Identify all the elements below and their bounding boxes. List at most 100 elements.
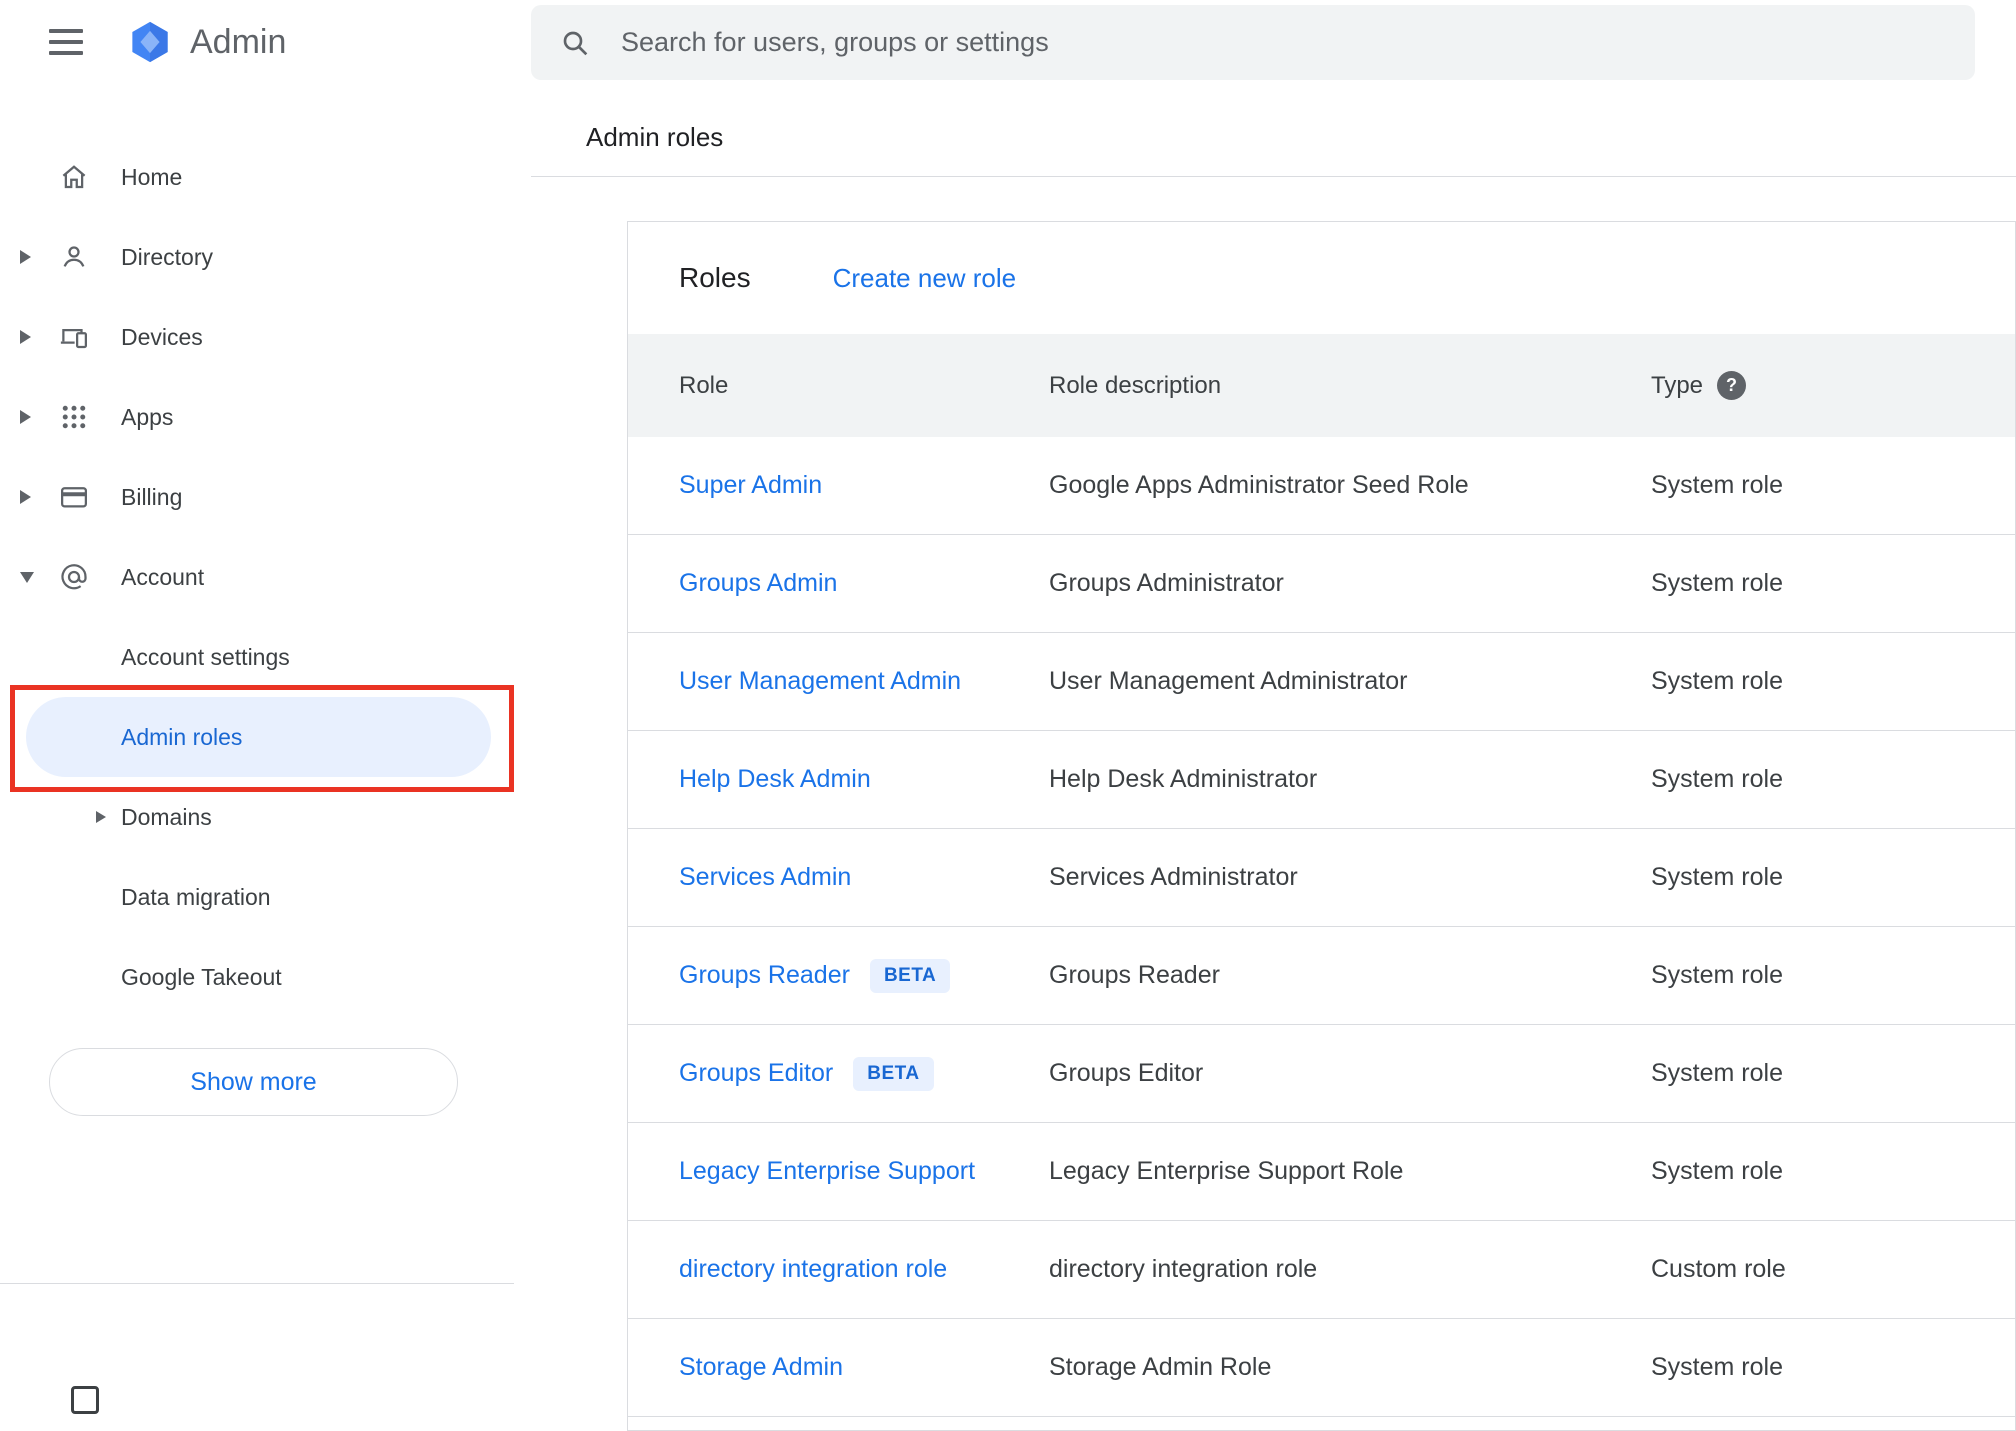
role-cell: Groups Admin [628, 569, 1049, 598]
sidebar-item-home[interactable]: Home [0, 137, 531, 217]
table-row[interactable]: Super Admin Google Apps Administrator Se… [628, 437, 2015, 535]
sidebar-item-label: Data migration [121, 883, 271, 910]
column-header-type: Type ? [1651, 371, 2015, 400]
sidebar-item-label: Apps [121, 403, 174, 430]
sidebar-item-account[interactable]: Account [0, 537, 531, 617]
role-link[interactable]: Storage Admin [679, 1353, 843, 1382]
table-row[interactable]: directory integration role directory int… [628, 1221, 2015, 1319]
role-description: directory integration role [1049, 1255, 1318, 1283]
role-type: System role [1651, 569, 1783, 597]
role-type: System role [1651, 765, 1783, 793]
roles-table-body: Super Admin Google Apps Administrator Se… [628, 437, 2015, 1417]
show-more-button[interactable]: Show more [49, 1048, 458, 1116]
sidebar-item-google-takeout[interactable]: Google Takeout [0, 937, 531, 1017]
role-type: System role [1651, 1157, 1783, 1185]
create-new-role-link[interactable]: Create new role [833, 263, 1017, 294]
role-link[interactable]: Services Admin [679, 863, 851, 892]
role-cell: Services Admin [628, 863, 1049, 892]
role-link[interactable]: Groups Reader [679, 961, 850, 990]
role-cell: Storage Admin [628, 1353, 1049, 1382]
sidebar-header: Admin [0, 0, 531, 84]
search-icon [559, 27, 591, 59]
role-link[interactable]: directory integration role [679, 1255, 947, 1284]
table-row[interactable]: Storage Admin Storage Admin Role System … [628, 1319, 2015, 1417]
role-cell: Help Desk Admin [628, 765, 1049, 794]
sidebar-item-label: Home [121, 163, 183, 190]
sidebar-nav: Home Directory Devices Apps Billing Acco… [0, 137, 531, 1017]
role-link[interactable]: Groups Admin [679, 569, 837, 598]
sidebar-item-account-settings[interactable]: Account settings [0, 617, 531, 697]
search-bar [531, 5, 1975, 80]
roles-table-header: Role Role description Type ? [628, 334, 2015, 437]
beta-badge: BETA [869, 958, 951, 993]
expand-arrow-icon[interactable] [96, 811, 121, 823]
sidebar-item-label: Account settings [121, 643, 290, 670]
role-description: Google Apps Administrator Seed Role [1049, 471, 1469, 499]
role-description: Groups Editor [1049, 1059, 1204, 1087]
table-row[interactable]: Services Admin Services Administrator Sy… [628, 829, 2015, 927]
role-link[interactable]: Legacy Enterprise Support [679, 1157, 975, 1186]
role-description: Groups Administrator [1049, 569, 1284, 597]
apps-grid-icon [58, 402, 90, 432]
at-sign-icon [58, 562, 90, 592]
roles-card-header: Roles Create new role [628, 222, 2015, 334]
person-icon [58, 242, 90, 272]
home-icon [58, 162, 90, 192]
table-row[interactable]: Groups Reader BETA Groups Reader System … [628, 927, 2015, 1025]
role-description: Help Desk Administrator [1049, 765, 1318, 793]
sidebar-item-label: Directory [121, 243, 214, 270]
role-cell: Super Admin [628, 471, 1049, 500]
role-cell: Groups Editor BETA [628, 1056, 1049, 1091]
role-link[interactable]: User Management Admin [679, 667, 961, 696]
sidebar-item-directory[interactable]: Directory [0, 217, 531, 297]
menu-icon[interactable] [49, 29, 83, 55]
search-input[interactable] [619, 26, 1919, 59]
expand-arrow-icon[interactable] [20, 250, 58, 264]
sidebar-item-data-migration[interactable]: Data migration [0, 857, 531, 937]
role-description: Groups Reader [1049, 961, 1220, 989]
roles-heading: Roles [679, 262, 751, 293]
role-description: Services Administrator [1049, 863, 1298, 891]
help-icon[interactable]: ? [1717, 371, 1747, 400]
column-header-role: Role [679, 371, 729, 399]
expand-arrow-icon[interactable] [20, 410, 58, 424]
table-row[interactable]: Help Desk Admin Help Desk Administrator … [628, 731, 2015, 829]
table-row[interactable]: Groups Admin Groups Administrator System… [628, 535, 2015, 633]
sidebar-item-admin-roles[interactable]: Admin roles [26, 697, 491, 777]
expand-arrow-icon[interactable] [20, 330, 58, 344]
role-cell: directory integration role [628, 1255, 1049, 1284]
header-divider [531, 176, 2016, 177]
table-row[interactable]: Groups Editor BETA Groups Editor System … [628, 1025, 2015, 1123]
role-cell: Legacy Enterprise Support [628, 1157, 1049, 1186]
sidebar-item-label: Billing [121, 483, 183, 510]
sidebar-item-label: Domains [121, 803, 212, 830]
roles-card: Roles Create new role Role Role descript… [627, 221, 2016, 1431]
sidebar-item-devices[interactable]: Devices [0, 297, 531, 377]
expand-arrow-icon[interactable] [20, 490, 58, 504]
credit-card-icon [58, 482, 90, 512]
role-description: User Management Administrator [1049, 667, 1408, 695]
sidebar-divider [0, 1283, 514, 1284]
page-title: Admin roles [586, 122, 724, 152]
role-link[interactable]: Super Admin [679, 471, 822, 500]
collapse-arrow-icon[interactable] [20, 571, 58, 583]
admin-logo-icon [127, 19, 173, 65]
sidebar-item-label: Account [121, 563, 205, 590]
sidebar: Admin Home Directory Devices Apps Billin… [0, 0, 531, 1414]
bottom-partial-icon [71, 1386, 99, 1414]
table-row[interactable]: Legacy Enterprise Support Legacy Enterpr… [628, 1123, 2015, 1221]
sidebar-item-label: Google Takeout [121, 963, 282, 990]
sidebar-item-label: Admin roles [121, 723, 243, 750]
sidebar-item-apps[interactable]: Apps [0, 377, 531, 457]
column-header-description: Role description [1049, 371, 1222, 399]
devices-icon [58, 322, 90, 352]
sidebar-item-domains[interactable]: Domains [0, 777, 531, 857]
role-link[interactable]: Help Desk Admin [679, 765, 871, 794]
role-link[interactable]: Groups Editor [679, 1059, 833, 1088]
sidebar-item-billing[interactable]: Billing [0, 457, 531, 537]
role-type: System role [1651, 961, 1783, 989]
role-type: System role [1651, 471, 1783, 499]
role-cell: Groups Reader BETA [628, 958, 1049, 993]
app-title: Admin [190, 22, 287, 61]
table-row[interactable]: User Management Admin User Management Ad… [628, 633, 2015, 731]
